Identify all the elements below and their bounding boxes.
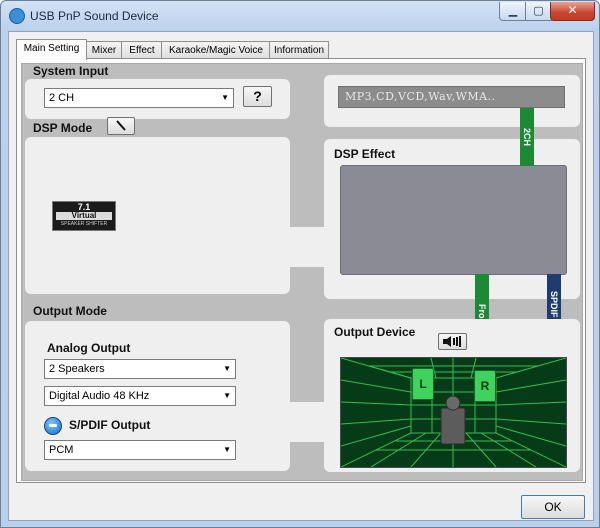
output-device-label: Output Device [334, 325, 416, 339]
chevron-down-icon: ▼ [223, 364, 231, 373]
output-mode-label: Output Mode [33, 304, 107, 318]
dsp-effect-label: DSP Effect [334, 147, 396, 161]
speakers-select[interactable]: 2 Speakers ▼ [44, 359, 236, 379]
dsp-effect-display [340, 165, 567, 275]
main-setting-panel: System Input 2 CH ▼ ? MP3,CD,VCD,Wav,WMA… [16, 58, 586, 483]
ok-button[interactable]: OK [521, 495, 585, 519]
spdif-format-select[interactable]: PCM ▼ [44, 440, 236, 460]
wand-icon [116, 120, 126, 131]
dsp-mode-label: DSP Mode [33, 121, 93, 135]
speaker-room-view[interactable]: L R [340, 357, 567, 468]
close-button[interactable]: ✕ [550, 2, 595, 21]
badge-caption: SPEAKER SHIFTER [60, 221, 108, 227]
speaker-config-button[interactable] [438, 333, 467, 350]
input-source-display: MP3,CD,VCD,Wav,WMA.. [338, 86, 565, 108]
settings-area: System Input 2 CH ▼ ? MP3,CD,VCD,Wav,WMA… [21, 63, 583, 481]
app-icon [9, 8, 25, 24]
speakers-value: 2 Speakers [49, 363, 105, 375]
spdif-toggle[interactable] [44, 417, 62, 435]
room-grid-icon [341, 358, 566, 467]
tab-information[interactable]: Information [269, 41, 329, 59]
connector-block-lower [290, 402, 324, 442]
channel-value: 2 CH [49, 92, 75, 104]
speaker-volume-icon [442, 336, 461, 347]
audio-format-select[interactable]: Digital Audio 48 KHz ▼ [44, 386, 236, 406]
tab-main-setting[interactable]: Main Setting [16, 39, 87, 60]
system-input-label: System Input [33, 64, 109, 78]
connector-block-upper [290, 227, 324, 267]
tab-karaoke-magic-voice[interactable]: Karaoke/Magic Voice [161, 41, 271, 59]
spdif-output-label: S/PDIF Output [69, 418, 151, 432]
virtual-speaker-shifter-badge[interactable]: 7.1 Virtual SPEAKER SHIFTER [52, 201, 116, 231]
badge-subtitle: Virtual [56, 212, 112, 220]
audio-format-value: Digital Audio 48 KHz [49, 390, 150, 402]
spdif-format-value: PCM [49, 444, 74, 456]
minimize-button[interactable]: ▁ [499, 2, 527, 21]
left-speaker-button[interactable]: L [412, 368, 434, 400]
help-button[interactable]: ? [243, 86, 272, 107]
chevron-down-icon: ▼ [223, 391, 231, 400]
maximize-icon: ▢ [533, 4, 544, 17]
chevron-down-icon: ▼ [221, 93, 229, 102]
minimize-icon: ▁ [508, 4, 518, 17]
analog-output-label: Analog Output [47, 341, 131, 355]
dialog-client: Main Setting Mixer Effect Karaoke/Magic … [8, 31, 594, 521]
2ch-bar: 2CH [520, 108, 534, 166]
title-bar[interactable]: USB PnP Sound Device ▁ ▢ ✕ [1, 1, 599, 31]
tab-mixer[interactable]: Mixer [85, 41, 123, 59]
chevron-down-icon: ▼ [223, 445, 231, 454]
window: USB PnP Sound Device ▁ ▢ ✕ Main Setting … [0, 0, 600, 528]
close-icon: ✕ [567, 3, 578, 17]
spdif-icon [49, 424, 57, 427]
dsp-mode-button[interactable] [107, 117, 135, 135]
maximize-button[interactable]: ▢ [525, 2, 552, 21]
tab-effect[interactable]: Effect [121, 41, 163, 59]
channel-select[interactable]: 2 CH ▼ [44, 88, 234, 108]
right-speaker-button[interactable]: R [474, 370, 496, 402]
2ch-bar-label: 2CH [522, 127, 532, 146]
window-title: USB PnP Sound Device [30, 9, 159, 23]
